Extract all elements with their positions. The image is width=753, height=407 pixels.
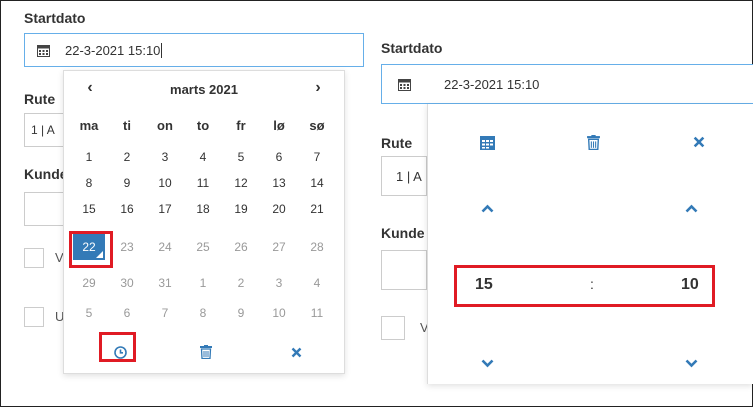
calendar-day[interactable]: 4 xyxy=(301,269,333,297)
trash-icon[interactable] xyxy=(194,341,218,363)
decrement-hours-chevron-down-icon[interactable] xyxy=(474,351,500,375)
kunde-label: Kunde xyxy=(24,166,68,182)
timepicker-popup: 15 : 10 xyxy=(427,104,753,384)
weekday-header: on xyxy=(157,118,173,133)
weekday-header: sø xyxy=(309,118,325,133)
calendar-day[interactable]: 16 xyxy=(111,195,143,223)
calendar-day[interactable]: 8 xyxy=(187,299,219,327)
calendar-day[interactable]: 26 xyxy=(225,233,257,261)
chevron-left-icon[interactable]: ‹ xyxy=(80,79,100,97)
calendar-day[interactable]: 29 xyxy=(73,269,105,297)
calendar-day[interactable]: 12 xyxy=(225,169,257,197)
right-startdato-value: 22-3-2021 15:10 xyxy=(444,76,540,92)
calendar-day[interactable]: 10 xyxy=(149,169,181,197)
calendar-day[interactable]: 8 xyxy=(73,169,105,197)
calendar-day[interactable]: 11 xyxy=(187,169,219,197)
calendar-icon[interactable] xyxy=(474,130,500,154)
calendar-day[interactable]: 4 xyxy=(187,143,219,171)
startdato-input[interactable]: 22-3-2021 15:10 xyxy=(24,33,364,67)
month-title[interactable]: marts 2021 xyxy=(104,82,304,97)
increment-minutes-chevron-up-icon[interactable] xyxy=(678,196,704,220)
calendar-day[interactable]: 27 xyxy=(263,233,295,261)
weekday-header: fr xyxy=(236,118,246,133)
calendar-day[interactable]: 11 xyxy=(301,299,333,327)
calendar-icon[interactable] xyxy=(25,34,61,66)
rute-value: 1 | A xyxy=(31,123,55,137)
calendar-day[interactable]: 3 xyxy=(263,269,295,297)
kunde-input[interactable] xyxy=(24,192,64,226)
calendar-day[interactable]: 5 xyxy=(225,143,257,171)
calendar-day[interactable]: 13 xyxy=(263,169,295,197)
weekday-header: lø xyxy=(273,118,285,133)
calendar-day[interactable]: 7 xyxy=(301,143,333,171)
calendar-day[interactable]: 18 xyxy=(187,195,219,223)
calendar-day[interactable]: 6 xyxy=(263,143,295,171)
weekday-header: ma xyxy=(79,118,99,133)
calendar-day[interactable]: 17 xyxy=(149,195,181,223)
right-kunde-label: Kunde xyxy=(381,225,425,241)
checkbox-u[interactable] xyxy=(24,307,44,327)
calendar-day[interactable]: 6 xyxy=(111,299,143,327)
weekday-header: ti xyxy=(123,118,131,133)
calendar-day[interactable]: 5 xyxy=(73,299,105,327)
close-icon[interactable] xyxy=(284,341,308,363)
trash-icon[interactable] xyxy=(580,130,606,154)
calendar-day[interactable]: 24 xyxy=(149,233,181,261)
increment-hours-chevron-up-icon[interactable] xyxy=(474,196,500,220)
right-rute-label: Rute xyxy=(381,135,413,151)
calendar-day[interactable]: 14 xyxy=(301,169,333,197)
calendar-day[interactable]: 7 xyxy=(149,299,181,327)
calendar-day[interactable]: 20 xyxy=(263,195,295,223)
rute-label: Rute xyxy=(24,91,56,107)
calendar-day[interactable]: 9 xyxy=(225,299,257,327)
calendar-day[interactable]: 1 xyxy=(73,143,105,171)
calendar-day[interactable]: 31 xyxy=(149,269,181,297)
rute-select[interactable]: 1 | A xyxy=(24,113,64,147)
calendar-header: ‹ marts 2021 › xyxy=(64,79,344,101)
right-startdato-input[interactable]: 22-3-2021 15:10 xyxy=(381,64,753,104)
startdato-label: Startdato xyxy=(24,10,86,26)
calendar-day[interactable]: 23 xyxy=(111,233,143,261)
selected-day-highlight xyxy=(69,231,113,268)
calendar-day[interactable]: 15 xyxy=(73,195,105,223)
calendar-day[interactable]: 25 xyxy=(187,233,219,261)
weekday-header: to xyxy=(196,118,210,133)
right-calendar-icon[interactable] xyxy=(382,65,426,103)
decrement-minutes-chevron-down-icon[interactable] xyxy=(678,351,704,375)
calendar-day[interactable]: 9 xyxy=(111,169,143,197)
calendar-day[interactable]: 10 xyxy=(263,299,295,327)
right-kunde-input[interactable] xyxy=(381,250,427,290)
calendar-day[interactable]: 19 xyxy=(225,195,257,223)
calendar-day[interactable]: 1 xyxy=(187,269,219,297)
calendar-day[interactable]: 21 xyxy=(301,195,333,223)
right-rute-value: 1 | A xyxy=(396,169,422,184)
time-values-highlight xyxy=(454,265,715,307)
right-checkbox-v[interactable] xyxy=(381,316,405,340)
calendar-day[interactable]: 3 xyxy=(149,143,181,171)
calendar-day[interactable]: 2 xyxy=(111,143,143,171)
checkbox-v[interactable] xyxy=(24,248,44,268)
chevron-right-icon[interactable]: › xyxy=(308,79,328,97)
startdato-value: 22-3-2021 15:10 xyxy=(65,42,163,58)
clock-button-highlight xyxy=(99,332,136,362)
calendar-day[interactable]: 28 xyxy=(301,233,333,261)
datepicker-popup: ‹ marts 2021 › ma ti on to fr lø sø 1234567891… xyxy=(63,70,345,374)
right-rute-select[interactable]: 1 | A xyxy=(381,156,427,196)
calendar-day[interactable]: 30 xyxy=(111,269,143,297)
calendar-day[interactable]: 2 xyxy=(225,269,257,297)
close-icon[interactable] xyxy=(686,130,712,154)
right-startdato-label: Startdato xyxy=(381,40,443,56)
